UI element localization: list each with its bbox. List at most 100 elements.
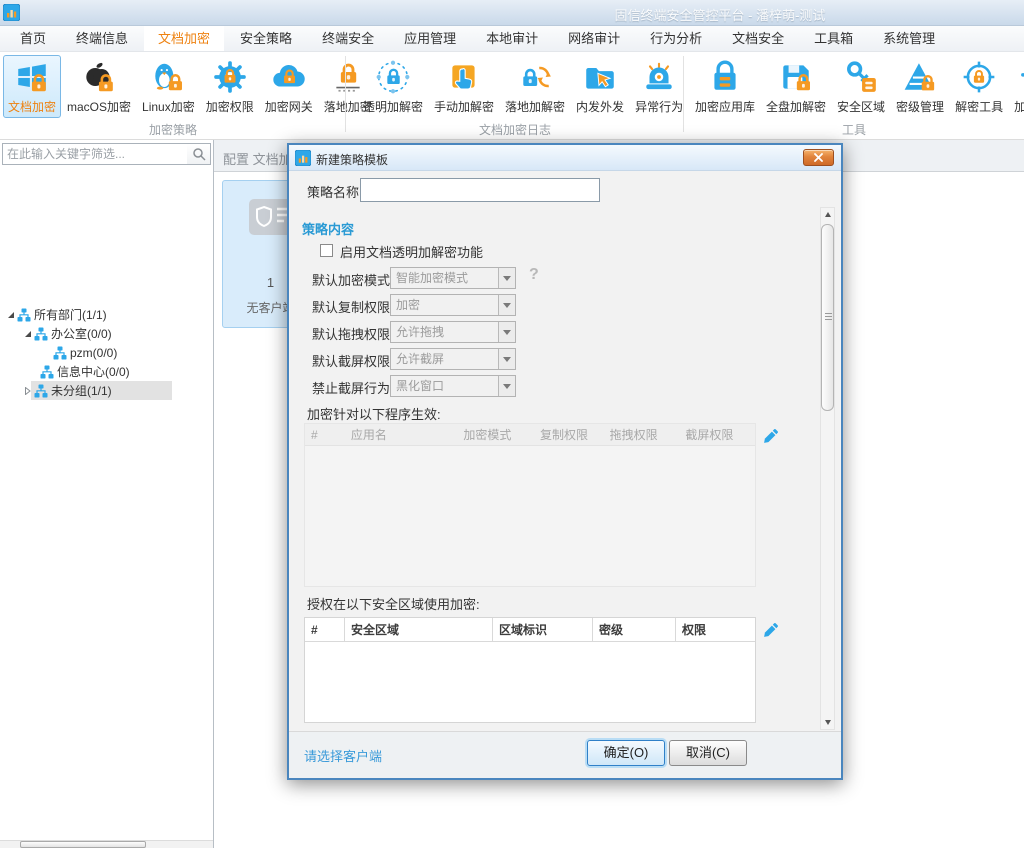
tab-terminal-security[interactable]: 终端安全 <box>308 26 388 51</box>
app-logo-icon <box>3 4 20 21</box>
pyramid-lock-icon <box>902 59 938 95</box>
tab-network-audit[interactable]: 网络审计 <box>554 26 634 51</box>
chevron-down-icon[interactable] <box>498 376 515 396</box>
workspace-tab-label[interactable]: 配置 文档加 <box>223 149 292 168</box>
edit-zone-table-icon[interactable] <box>763 622 779 638</box>
tab-doc-encrypt[interactable]: 文档加密 <box>144 26 224 51</box>
encrypt-mode-select[interactable]: 智能加密模式 <box>390 267 516 289</box>
selected-tree-row: 未分组(1/1) <box>31 381 172 400</box>
ribbon-group-tools: 加密应用库 全盘加解密 <box>684 52 1024 140</box>
ribbon-item-macos-encrypt[interactable]: macOS加密 <box>62 55 136 118</box>
tab-system-manage[interactable]: 系统管理 <box>869 26 949 51</box>
col-zone-id: 区域标识 <box>493 618 593 641</box>
window-title: 固信终端安全管控平台 - 潘梓萌-测试 <box>520 5 920 24</box>
col-drag-permission: 拖拽权限 <box>604 424 680 445</box>
new-policy-template-dialog: 新建策略模板 策略名称: 策略内容 启用文档透明加解密功能 默认加密模式 智能加… <box>287 143 843 780</box>
col-screenshot-permission: 截屏权限 <box>679 424 755 445</box>
org-icon <box>53 346 67 360</box>
field-label-copy-permission: 默认复制权限 <box>312 297 390 316</box>
disk-lock-icon <box>778 59 814 95</box>
tab-app-manage[interactable]: 应用管理 <box>390 26 470 51</box>
chevron-down-icon[interactable] <box>498 268 515 288</box>
help-icon[interactable]: ? <box>529 266 539 284</box>
tree-item-info-center[interactable]: 信息中心(0/0) <box>37 362 130 381</box>
expander-open-icon[interactable] <box>25 331 31 337</box>
ribbon-item-secret-level[interactable]: 密级管理 <box>891 55 949 118</box>
sidebar-horizontal-scrollbar[interactable] <box>0 840 213 848</box>
manual-crypt-icon <box>446 59 482 95</box>
ribbon-item-encrypt-permission[interactable]: 加密权限 <box>201 55 259 118</box>
ribbon-item-manual-crypt[interactable]: 手动加解密 <box>429 55 499 118</box>
policy-name-input[interactable] <box>360 178 600 202</box>
tree-item-all-departments[interactable]: 所有部门(1/1) <box>8 305 107 324</box>
scroll-down-icon[interactable] <box>821 716 834 729</box>
target-lock-icon <box>961 59 997 95</box>
ribbon: 文档加密 macOS加密 <box>0 52 1024 140</box>
search-button[interactable] <box>187 143 211 165</box>
ribbon-item-landing-crypt[interactable]: 落地加解密 <box>500 55 570 118</box>
forbid-screenshot-behavior-select[interactable]: 黑化窗口 <box>390 375 516 397</box>
tree-item-pzm[interactable]: pzm(0/0) <box>50 343 117 362</box>
gear-check-icon <box>1020 59 1024 95</box>
chevron-down-icon[interactable] <box>498 349 515 369</box>
ribbon-item-encrypt-app-library[interactable]: 加密应用库 <box>690 55 760 118</box>
org-icon <box>17 308 31 322</box>
scrollbar-thumb[interactable] <box>821 224 834 411</box>
chevron-down-icon[interactable] <box>498 295 515 315</box>
scroll-up-icon[interactable] <box>821 208 834 221</box>
field-label-encrypt-mode: 默认加密模式 <box>312 270 390 289</box>
tree-item-ungrouped[interactable]: 未分组(1/1) <box>25 381 172 400</box>
expander-open-icon[interactable] <box>8 312 14 318</box>
col-copy-permission: 复制权限 <box>534 424 604 445</box>
ribbon-item-safe-zone[interactable]: 安全区域 <box>832 55 890 118</box>
ribbon-group-label: 文档加密日志 <box>346 121 684 138</box>
tab-local-audit[interactable]: 本地审计 <box>472 26 552 51</box>
copy-permission-select[interactable]: 加密 <box>390 294 516 316</box>
field-label-screenshot-permission: 默认截屏权限 <box>312 351 390 370</box>
enable-transparent-crypt-label: 启用文档透明加解密功能 <box>340 242 483 261</box>
tree-item-office[interactable]: 办公室(0/0) <box>25 324 112 343</box>
landing-crypt-icon <box>517 59 553 95</box>
app-rules-table: # 应用名 加密模式 复制权限 拖拽权限 截屏权限 <box>304 423 756 587</box>
search-icon <box>192 147 206 161</box>
ribbon-item-inout-send[interactable]: 内发外发 <box>571 55 629 118</box>
main-menu-tabbar: 首页 终端信息 文档加密 安全策略 终端安全 应用管理 本地审计 网络审计 行为… <box>0 26 1024 52</box>
screenshot-permission-select[interactable]: 允许截屏 <box>390 348 516 370</box>
chevron-down-icon[interactable] <box>498 322 515 342</box>
col-index: # <box>305 618 345 641</box>
ribbon-item-doc-encrypt[interactable]: 文档加密 <box>3 55 61 118</box>
cloud-lock-icon <box>271 59 307 95</box>
edit-app-table-icon[interactable] <box>763 428 779 444</box>
alarm-icon <box>641 59 677 95</box>
col-index: # <box>305 424 345 445</box>
close-button[interactable] <box>803 149 834 166</box>
dialog-vertical-scrollbar[interactable] <box>820 207 835 730</box>
tab-toolbox[interactable]: 工具箱 <box>800 26 867 51</box>
safe-zone-table: # 安全区域 区域标识 密级 权限 <box>304 617 756 723</box>
tab-behavior-analysis[interactable]: 行为分析 <box>636 26 716 51</box>
tab-doc-security[interactable]: 文档安全 <box>718 26 798 51</box>
department-tree-panel: 所有部门(1/1) 办公室(0/0) pzm(0/0) 信息中心(0/0) 未分… <box>0 140 214 848</box>
ok-button[interactable]: 确定(O) <box>587 740 665 766</box>
ribbon-item-fulldisk-crypt[interactable]: 全盘加解密 <box>761 55 831 118</box>
ribbon-item-transparent-crypt[interactable]: 透明加解密 <box>358 55 428 118</box>
search-input[interactable] <box>2 143 188 165</box>
ribbon-item-linux-encrypt[interactable]: Linux加密 <box>137 55 200 118</box>
tab-security-policy[interactable]: 安全策略 <box>226 26 306 51</box>
select-client-link[interactable]: 请选择客户端 <box>304 746 382 765</box>
ribbon-item-encrypt-params[interactable]: 加密参数 <box>1009 55 1024 118</box>
scrollbar-thumb[interactable] <box>20 841 146 848</box>
ribbon-item-decrypt-tool[interactable]: 解密工具 <box>950 55 1008 118</box>
tab-terminal-info[interactable]: 终端信息 <box>62 26 142 51</box>
tab-home[interactable]: 首页 <box>6 26 60 51</box>
org-icon <box>34 384 48 398</box>
drag-permission-select[interactable]: 允许拖拽 <box>390 321 516 343</box>
ribbon-item-abnormal-behavior[interactable]: 异常行为 <box>630 55 688 118</box>
window-titlebar: 固信终端安全管控平台 - 潘梓萌-测试 <box>0 0 1024 26</box>
apple-lock-icon <box>81 59 117 95</box>
cancel-button[interactable]: 取消(C) <box>669 740 747 766</box>
ribbon-item-encrypt-gateway[interactable]: 加密网关 <box>260 55 318 118</box>
ribbon-group-label: 加密策略 <box>0 121 346 138</box>
enable-transparent-crypt-checkbox[interactable] <box>320 244 333 257</box>
col-safe-zone: 安全区域 <box>345 618 493 641</box>
